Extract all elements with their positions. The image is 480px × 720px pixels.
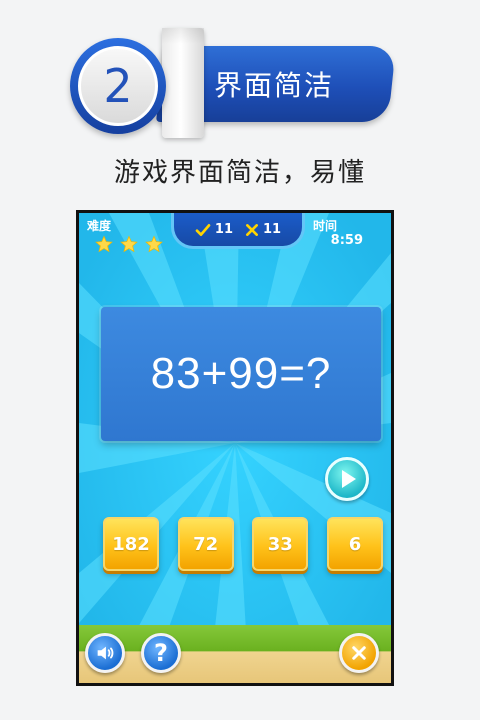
cross-icon bbox=[246, 223, 258, 236]
answer-options: 182 72 33 6 bbox=[103, 517, 383, 571]
help-button[interactable]: ? bbox=[141, 633, 181, 673]
answer-button[interactable]: 33 bbox=[252, 517, 309, 571]
game-screen: 难度 11 11 时间 8:59 83+99=? 182 72 33 6 ? bbox=[76, 210, 394, 686]
ribbon-title: 界面简洁 bbox=[214, 69, 335, 102]
difficulty-stars bbox=[95, 235, 165, 257]
ribbon-clip bbox=[162, 28, 204, 138]
step-badge: 2 bbox=[70, 38, 166, 134]
star-icon bbox=[145, 235, 163, 253]
question-mark-icon: ? bbox=[154, 639, 168, 667]
score-panel: 11 11 bbox=[171, 213, 305, 249]
time-value: 8:59 bbox=[330, 233, 363, 248]
sunburst-background bbox=[79, 213, 391, 683]
speaker-icon bbox=[97, 646, 114, 660]
question-text: 83+99=? bbox=[150, 349, 332, 398]
wrong-count: 11 bbox=[263, 222, 282, 237]
play-icon bbox=[342, 470, 356, 488]
answer-button[interactable]: 182 bbox=[103, 517, 159, 571]
difficulty-label: 难度 bbox=[87, 219, 112, 233]
correct-count: 11 bbox=[214, 222, 233, 237]
page-subtitle: 游戏界面简洁，易懂 bbox=[113, 158, 366, 188]
question-card: 83+99=? bbox=[101, 307, 381, 441]
star-icon bbox=[95, 235, 113, 253]
answer-button[interactable]: 72 bbox=[177, 517, 234, 571]
sound-button[interactable] bbox=[85, 633, 125, 673]
close-icon bbox=[352, 646, 366, 660]
answer-button[interactable]: 6 bbox=[326, 517, 383, 571]
correct-counter: 11 bbox=[195, 222, 233, 238]
step-number: 2 bbox=[103, 59, 133, 113]
wrong-counter: 11 bbox=[245, 222, 281, 237]
check-icon bbox=[195, 223, 211, 236]
play-button[interactable] bbox=[325, 457, 369, 501]
time-label: 时间 bbox=[313, 219, 338, 233]
close-button[interactable] bbox=[339, 633, 379, 673]
star-icon bbox=[120, 235, 138, 253]
